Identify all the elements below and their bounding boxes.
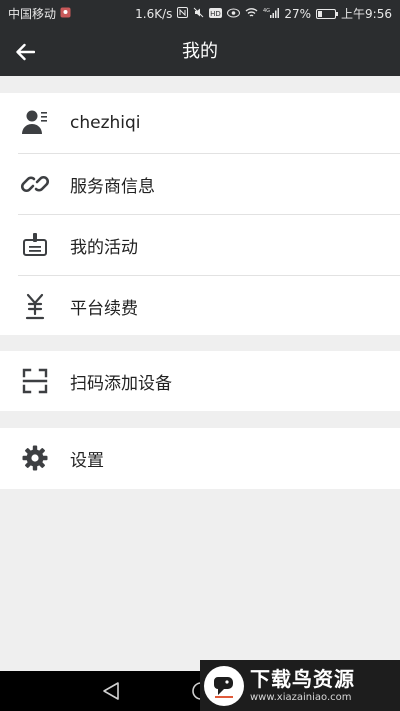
status-left: 中国移动: [8, 5, 71, 22]
nav-back-button[interactable]: [100, 681, 122, 701]
platform-renewal-label: 平台续费: [70, 298, 138, 319]
page-title: 我的: [182, 41, 218, 62]
status-bar: 中国移动 1.6K/s HD 4G 27% 上午9:56: [0, 0, 400, 27]
scan-add-device-label: 扫码添加设备: [70, 373, 172, 394]
menu-item-scan-add-device[interactable]: 扫码添加设备: [0, 351, 400, 411]
battery-icon: [316, 8, 339, 19]
clock: 上午9:56: [341, 7, 392, 21]
menu-item-platform-renewal[interactable]: 平台续费: [0, 276, 400, 336]
gear-icon: [18, 441, 52, 475]
title-bar: 我的: [0, 27, 400, 76]
back-button[interactable]: [10, 37, 40, 67]
link-icon: [18, 167, 52, 201]
activity-badge-icon: [18, 228, 52, 262]
watermark-title: 下载鸟资源: [250, 666, 355, 691]
eye-icon: [227, 8, 241, 20]
menu-item-username[interactable]: chezhiqi: [0, 93, 400, 153]
menu-item-my-activities[interactable]: 我的活动: [0, 215, 400, 275]
wifi-icon: [245, 7, 258, 20]
status-right: 1.6K/s HD 4G 27% 上午9:56: [135, 5, 392, 22]
signal-icon: 4G: [263, 7, 280, 20]
my-activities-label: 我的活动: [70, 237, 138, 258]
menu-group-account: chezhiqi 服务商信息 我的活动 平台续费: [0, 93, 400, 335]
triangle-back-icon: [103, 682, 119, 700]
network-speed: 1.6K/s: [135, 6, 173, 21]
username-label: chezhiqi: [70, 113, 141, 133]
settings-label: 设置: [70, 450, 104, 471]
menu-group-settings: 设置: [0, 428, 400, 489]
bird-logo-icon: [204, 665, 244, 706]
arrow-left-icon: [16, 43, 35, 61]
watermark: 下载鸟资源 www.xiazainiao.com: [200, 660, 400, 711]
network-type: 4G: [263, 8, 270, 14]
watermark-url: www.xiazainiao.com: [250, 691, 352, 703]
notification-icon: [60, 7, 71, 20]
scan-icon: [18, 364, 52, 398]
menu-item-settings[interactable]: 设置: [0, 428, 400, 488]
svg-text:HD: HD: [211, 10, 222, 18]
user-profile-icon: [18, 106, 52, 140]
hd-icon: HD: [209, 7, 223, 20]
battery-fill: [318, 10, 323, 17]
nfc-icon: [177, 7, 189, 20]
watermark-text: 下载鸟资源 www.xiazainiao.com: [250, 667, 355, 705]
provider-info-label: 服务商信息: [70, 176, 155, 197]
menu-group-device: 扫码添加设备: [0, 351, 400, 411]
yen-icon: [18, 289, 52, 323]
mute-icon: [193, 7, 204, 20]
carrier-label: 中国移动: [8, 7, 57, 21]
menu-item-provider-info[interactable]: 服务商信息: [0, 154, 400, 214]
battery-percent: 27%: [284, 6, 312, 21]
